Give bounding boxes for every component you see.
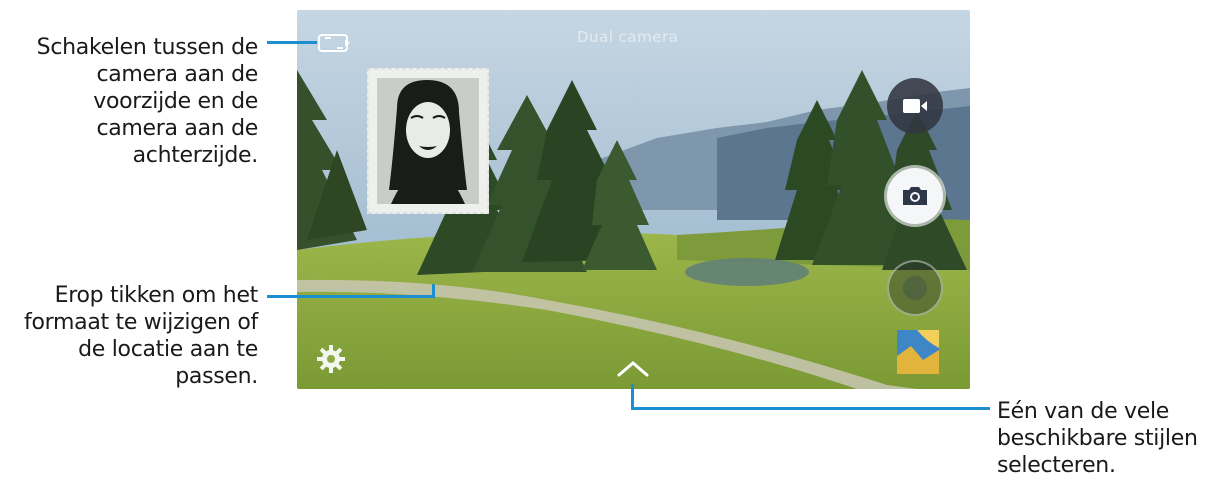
leader-line-select-style <box>631 407 990 410</box>
gear-icon[interactable] <box>315 343 347 375</box>
callout-line: beschikbare stijlen <box>997 426 1198 451</box>
camera-viewfinder[interactable]: Dual camera <box>297 10 970 389</box>
mode-selector-button[interactable] <box>887 260 943 316</box>
mode-label: Dual camera <box>577 28 679 46</box>
camera-switch-icon[interactable] <box>315 28 353 56</box>
gallery-thumbnail[interactable] <box>897 330 939 374</box>
callout-resize-move: Erop tikken om het formaat te wijzigen o… <box>0 282 258 390</box>
callout-line: de locatie aan te <box>78 337 258 362</box>
front-camera-overlay[interactable] <box>365 66 491 216</box>
callout-select-style: Eén van de vele beschikbare stijlen sele… <box>997 398 1227 479</box>
callout-switch-camera: Schakelen tussen de camera aan de voorzi… <box>0 34 259 169</box>
callout-line: Erop tikken om het <box>54 283 259 308</box>
callout-line: Schakelen tussen de <box>36 35 259 60</box>
callout-line: selecteren. <box>997 453 1116 478</box>
record-video-button[interactable] <box>887 78 943 134</box>
callout-line: camera aan de <box>96 62 258 87</box>
leader-line-resize-move <box>267 295 435 298</box>
leader-line-switch-camera <box>267 41 317 44</box>
callout-line: achterzijde. <box>132 143 259 168</box>
leader-line-resize-move-vertical <box>432 284 435 298</box>
capture-photo-button[interactable] <box>887 168 943 224</box>
chevron-up-icon[interactable] <box>615 357 651 381</box>
callout-line: voorzijde en de <box>93 89 258 114</box>
callout-line: camera aan de <box>96 116 258 141</box>
mode-selector-icon <box>903 276 927 300</box>
callout-line: passen. <box>175 364 258 389</box>
camera-icon <box>903 187 927 205</box>
callout-line: Eén van de vele <box>997 399 1170 424</box>
video-camera-icon <box>903 99 927 113</box>
callout-line: formaat te wijzigen of <box>24 310 258 335</box>
